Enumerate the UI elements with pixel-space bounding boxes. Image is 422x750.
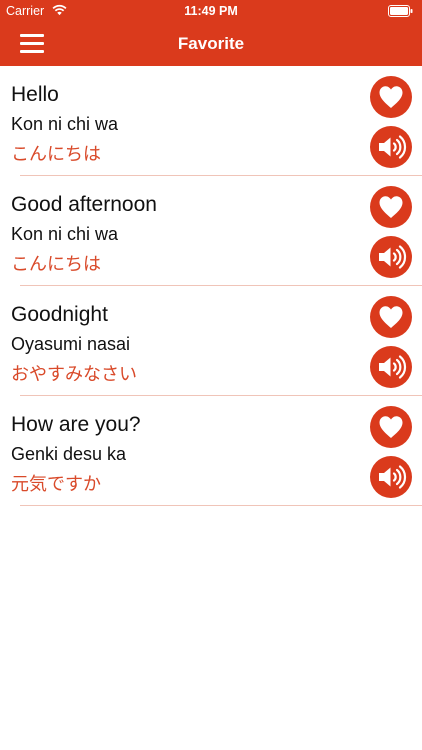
list-item: Goodnight Oyasumi nasai おやすみなさい bbox=[0, 286, 422, 396]
divider bbox=[20, 505, 422, 506]
english-phrase: Hello bbox=[11, 83, 59, 106]
speaker-icon bbox=[379, 465, 407, 489]
favorite-phrase-list: Hello Kon ni chi wa こんにちは Good afternoon… bbox=[0, 66, 422, 506]
favorite-heart-button[interactable] bbox=[370, 406, 412, 448]
speaker-icon bbox=[379, 355, 407, 379]
battery-icon bbox=[388, 5, 413, 17]
play-sound-button[interactable] bbox=[370, 126, 412, 168]
play-sound-button[interactable] bbox=[370, 346, 412, 388]
romaji-phrase: Kon ni chi wa bbox=[11, 224, 119, 244]
romaji-phrase: Kon ni chi wa bbox=[11, 114, 119, 134]
english-phrase: How are you? bbox=[11, 413, 141, 436]
heart-icon bbox=[379, 416, 403, 438]
play-sound-button[interactable] bbox=[370, 456, 412, 498]
romaji-phrase: Oyasumi nasai bbox=[11, 334, 131, 354]
japanese-phrase: こんにちは bbox=[11, 144, 101, 165]
list-item: Hello Kon ni chi wa こんにちは bbox=[0, 66, 422, 176]
romaji-phrase: Genki desu ka bbox=[11, 444, 127, 464]
page-title: Favorite bbox=[177, 34, 245, 53]
speaker-icon bbox=[379, 135, 407, 159]
navigation-bar: Favorite bbox=[0, 22, 422, 66]
play-sound-button[interactable] bbox=[370, 236, 412, 278]
clock: 11:49 PM bbox=[184, 4, 238, 18]
japanese-phrase: 元気ですか bbox=[11, 474, 101, 495]
speaker-icon bbox=[379, 245, 407, 269]
list-item: How are you? Genki desu ka 元気ですか bbox=[0, 396, 422, 506]
favorite-heart-button[interactable] bbox=[370, 186, 412, 228]
list-item: Good afternoon Kon ni chi wa こんにちは bbox=[0, 176, 422, 286]
english-phrase: Good afternoon bbox=[11, 193, 157, 216]
favorite-heart-button[interactable] bbox=[370, 296, 412, 338]
english-phrase: Goodnight bbox=[11, 303, 108, 326]
status-bar: Carrier 11:49 PM bbox=[0, 0, 422, 22]
heart-icon bbox=[379, 196, 403, 218]
japanese-phrase: こんにちは bbox=[11, 254, 101, 275]
heart-icon bbox=[379, 86, 403, 108]
favorite-heart-button[interactable] bbox=[370, 76, 412, 118]
japanese-phrase: おやすみなさい bbox=[11, 364, 137, 385]
heart-icon bbox=[379, 306, 403, 328]
